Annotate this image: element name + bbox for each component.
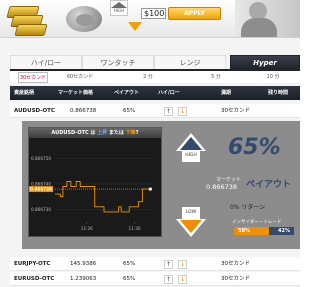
tab-onetouch[interactable]: ワンタッチ — [82, 55, 154, 69]
person-body — [241, 18, 277, 37]
sentiment-bar: 58% 42% — [234, 227, 294, 235]
tab-highlow[interactable]: ハイ/ロー — [10, 55, 82, 69]
duration-tab-10m[interactable]: 10 分 — [262, 72, 284, 83]
low-button[interactable]: ↓ — [178, 260, 187, 269]
duration-tabs: 30セカンド 60セカンド 2 分 5 分 10 分 — [10, 69, 300, 83]
sentiment-high-pct: 58% — [238, 228, 250, 234]
chart-title: AUDUSD-OTC は 上昇 または 下降? — [29, 128, 161, 138]
chart-title-down: 下降 — [125, 130, 136, 136]
chart-title-or: または — [107, 130, 126, 136]
duration-tab-60s[interactable]: 60セカンド — [62, 72, 98, 83]
market-value: 0.866738 — [206, 183, 238, 191]
asset-table-header: 資産銘柄 マーケット価格 ペイアウト ハイ/ロー 満期 残り時間 — [10, 86, 300, 100]
low-button[interactable]: ↓ — [178, 107, 187, 116]
low-arrow-icon — [180, 220, 202, 233]
chart-title-up: 上昇 — [97, 130, 108, 136]
price-line — [55, 181, 151, 213]
expiry: 30セカンド — [221, 108, 250, 114]
y-tick-label: 0.866750 — [31, 156, 51, 161]
trade-detail-panel: AUDUSD-OTC は 上昇 または 下降? 0.866750 0.866740… — [22, 121, 300, 249]
payout-percentage: 65% — [228, 135, 281, 160]
expiry: 30セカンド — [221, 261, 250, 267]
duration-tab-5m[interactable]: 5 分 — [206, 72, 226, 83]
payout-label: ペイアウト — [246, 180, 292, 190]
table-row[interactable]: AUDUSD-OTC 0.866738 65% ↑ ↓ 30セカンド — [10, 104, 300, 118]
market-price: 0.866738 — [70, 108, 97, 114]
header-price: マーケット価格 — [58, 90, 94, 96]
header-asset: 資産銘柄 — [14, 90, 35, 96]
asset-name: EURJPY-OTC — [14, 261, 51, 267]
line-plot: 0.8667500.8667400.8667300.86673811:26 11:… — [29, 156, 153, 231]
y-tick-label: 0.866730 — [31, 207, 51, 212]
promo-person-image — [235, 0, 300, 37]
apply-button[interactable]: APPLY — [168, 7, 221, 20]
table-row[interactable]: EURUSD-OTC 1.239063 65% ↑ ↓ 30セカンド — [10, 272, 300, 286]
table-row[interactable]: EURJPY-OTC 145.9386 65% ↑ ↓ 30セカンド — [10, 257, 300, 271]
high-button[interactable]: ↑ — [164, 260, 173, 269]
x-tick-label: 11:26 — [81, 226, 93, 231]
option-type-tabs: ハイ/ロー ワンタッチ レンジ Hyper — [10, 55, 300, 69]
amount-field[interactable]: $100 — [141, 8, 166, 19]
market-price: 145.9386 — [70, 261, 97, 267]
tab-range[interactable]: レンジ — [154, 55, 226, 69]
low-trade-button[interactable]: LOW — [176, 207, 206, 237]
expiry: 30セカンド — [221, 276, 250, 282]
promo-banner: HIGH $100 APPLY — [0, 0, 300, 38]
high-arrow-icon — [180, 137, 202, 150]
trade-controls: HIGH 65% マーケット 0.866738 ペイアウト 0% リターン LO… — [162, 121, 300, 249]
high-trade-button[interactable]: HIGH — [176, 133, 206, 163]
sentiment-label: インサイダー・トレード — [232, 220, 282, 225]
last-price-point — [148, 187, 152, 191]
chart-title-q: ? — [135, 130, 139, 136]
price-chart: AUDUSD-OTC は 上昇 または 下降? 0.866750 0.866740… — [28, 127, 162, 237]
payout-rate: 65% — [123, 276, 136, 282]
low-arrow-icon — [128, 22, 142, 31]
gold-bar-icon — [14, 24, 48, 36]
return-label: 0% リターン — [230, 204, 266, 211]
header-remaining: 残り時間 — [268, 90, 289, 96]
low-label: LOW — [182, 207, 200, 219]
high-label: HIGH — [182, 150, 200, 162]
header-highlow: ハイ/ロー — [158, 90, 180, 96]
chart-title-asset: AUDUSD-OTC は — [51, 130, 98, 136]
coins-icon — [66, 6, 102, 32]
header-payout: ペイアウト — [114, 90, 140, 96]
sentiment-low-pct: 42% — [278, 228, 290, 234]
payout-rate: 65% — [123, 108, 136, 114]
low-button[interactable]: ↓ — [178, 275, 187, 284]
current-value-label: 0.866738 — [30, 187, 52, 192]
x-tick-label: 11:30 — [128, 226, 140, 231]
high-button[interactable]: ↑ — [164, 107, 173, 116]
asset-name: AUDUSD-OTC — [14, 108, 55, 114]
high-badge-label: HIGH — [113, 8, 125, 13]
trading-screen: HIGH $100 APPLY ハイ/ロー ワンタッチ レンジ Hyper 30… — [0, 0, 300, 287]
payout-rate: 65% — [123, 261, 136, 267]
market-label: マーケット — [216, 177, 242, 183]
duration-tab-2m[interactable]: 2 分 — [138, 72, 158, 83]
tab-hyper[interactable]: Hyper — [230, 55, 300, 69]
header-expiry: 満期 — [221, 90, 232, 96]
duration-tab-30s[interactable]: 30セカンド — [18, 72, 48, 83]
high-button[interactable]: ↑ — [164, 275, 173, 284]
market-price: 1.239063 — [70, 276, 97, 282]
asset-name: EURUSD-OTC — [14, 276, 55, 282]
